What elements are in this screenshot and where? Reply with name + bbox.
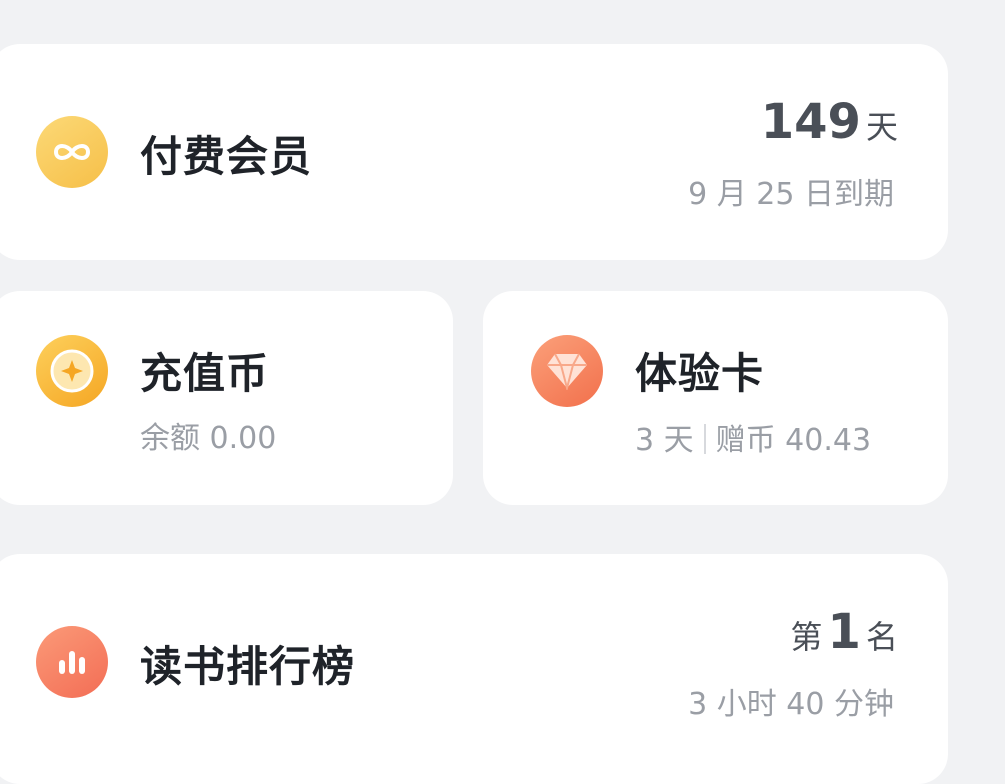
rank-suffix: 名 bbox=[865, 618, 898, 656]
reading-duration: 3 小时 40 分钟 bbox=[688, 687, 894, 722]
membership-expiry: 9 月 25 日到期 bbox=[688, 177, 894, 212]
reading-rank: 第 1 名 bbox=[790, 604, 898, 660]
membership-days-unit: 天 bbox=[865, 108, 898, 146]
rank-prefix: 第 bbox=[790, 618, 823, 656]
membership-title: 付费会员 bbox=[140, 132, 313, 181]
membership-card[interactable]: 付费会员 149 天 9 月 25 日到期 bbox=[0, 44, 948, 260]
divider bbox=[703, 424, 706, 454]
reading-ranking-title: 读书排行榜 bbox=[140, 642, 356, 691]
rank-value: 1 bbox=[827, 604, 861, 660]
diamond-icon bbox=[531, 335, 603, 407]
trial-card[interactable]: 体验卡 3 天赠币 40.43 bbox=[483, 291, 948, 505]
coin-icon bbox=[36, 335, 108, 407]
recharge-coin-balance: 余额 0.00 bbox=[140, 421, 277, 456]
recharge-coin-card[interactable]: 充值币 余额 0.00 bbox=[0, 291, 453, 505]
membership-days: 149 天 bbox=[761, 94, 898, 150]
trial-title: 体验卡 bbox=[635, 349, 765, 398]
trial-gift-coins: 赠币 40.43 bbox=[715, 423, 872, 458]
infinity-icon bbox=[36, 116, 108, 188]
trial-detail: 3 天赠币 40.43 bbox=[635, 424, 871, 456]
reading-ranking-card[interactable]: 读书排行榜 第 1 名 3 小时 40 分钟 bbox=[0, 554, 948, 784]
bar-chart-icon bbox=[36, 626, 108, 698]
trial-days: 3 天 bbox=[635, 423, 694, 458]
recharge-coin-title: 充值币 bbox=[140, 349, 270, 398]
membership-days-value: 149 bbox=[760, 94, 861, 150]
